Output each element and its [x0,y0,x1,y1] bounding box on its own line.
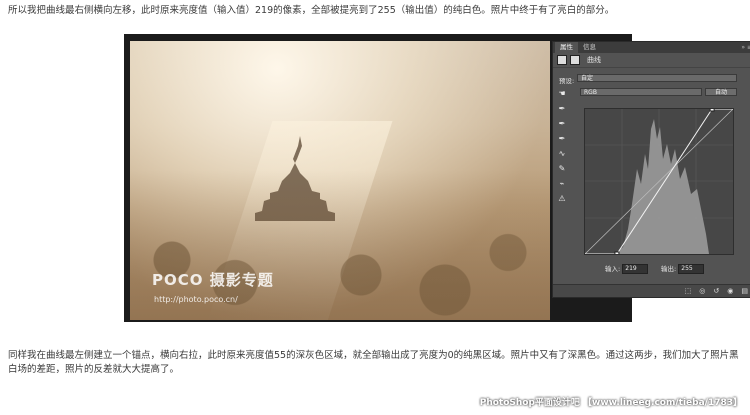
output-label: 输出: [661,265,677,273]
mask-icon[interactable] [570,55,580,65]
adjustment-layer-icon [557,55,567,65]
auto-button[interactable]: 自动 [705,88,737,96]
eyedropper-gray-icon[interactable]: ✒ [557,119,567,129]
panel-bottom-bar: ⬚ ◎ ↺ ◉ ▤ [553,284,750,297]
poco-logo: POCO 摄影专题 [152,271,274,289]
input-group: 输入: 219 [605,263,649,274]
site-watermark: PhotoShop平面设计吧 【www.lineeg.com/tieba/178… [479,398,742,408]
paragraph-top: 所以我把曲线最右侧横向左移，此时原来亮度值（输入值）219的像素，全部被提亮到了… [8,5,615,16]
clipping-warning-icon[interactable]: ⚠ [557,194,567,204]
panel-title-row: 曲线 [553,53,750,68]
channel-select[interactable]: RGB [580,88,702,96]
panel-tabs: 属性 信息 » ≡ [553,42,750,53]
preset-select[interactable]: 自定 [577,74,737,82]
curve-edit-icon[interactable]: ∿ [557,149,567,159]
curve-anchor-point[interactable] [614,251,620,257]
input-label: 输入: [605,265,621,273]
properties-panel: 属性 信息 » ≡ 曲线 预设: 自定 RGB 自动 ☚ ✒ ✒ ✒ ∿ ✎ ⌁… [552,41,750,298]
output-group: 输出: 255 [661,263,705,274]
curves-canvas[interactable] [584,106,734,257]
poco-logo-url: http://photo.poco.cn/ [154,295,238,304]
tab-properties[interactable]: 属性 [555,42,578,53]
clip-to-layer-icon[interactable]: ⬚ [685,287,692,295]
temple-photo: POCO 摄影专题 http://photo.poco.cn/ [130,41,550,320]
curve-anchor-point[interactable] [709,106,715,112]
curve-tools: ☚ ✒ ✒ ✒ ∿ ✎ ⌁ ⚠ [557,89,569,209]
histogram [585,119,733,254]
tab-info[interactable]: 信息 [578,42,601,53]
panel-title: 曲线 [587,56,601,64]
visibility-icon[interactable]: ◉ [727,287,733,295]
trash-icon[interactable]: ▤ [741,287,748,295]
view-previous-icon[interactable]: ◎ [699,287,705,295]
hand-icon[interactable]: ☚ [557,89,567,99]
eyedropper-white-icon[interactable]: ✒ [557,134,567,144]
output-field[interactable]: 255 [678,264,705,274]
eyedropper-black-icon[interactable]: ✒ [557,104,567,114]
reset-icon[interactable]: ↺ [713,287,719,295]
smooth-icon[interactable]: ⌁ [557,179,567,189]
pencil-icon[interactable]: ✎ [557,164,567,174]
panel-menu-icon[interactable]: » ≡ [741,44,750,51]
input-field[interactable]: 219 [622,264,649,274]
screenshot-frame: POCO 摄影专题 http://photo.poco.cn/ 属性 信息 » … [124,34,750,322]
paragraph-bottom: 同样我在曲线最左侧建立一个锚点，横向右拉，此时原来亮度值55的深灰色区域，就全部… [8,350,739,375]
curves-graph[interactable] [584,106,734,257]
preset-label: 预设: [559,77,575,85]
